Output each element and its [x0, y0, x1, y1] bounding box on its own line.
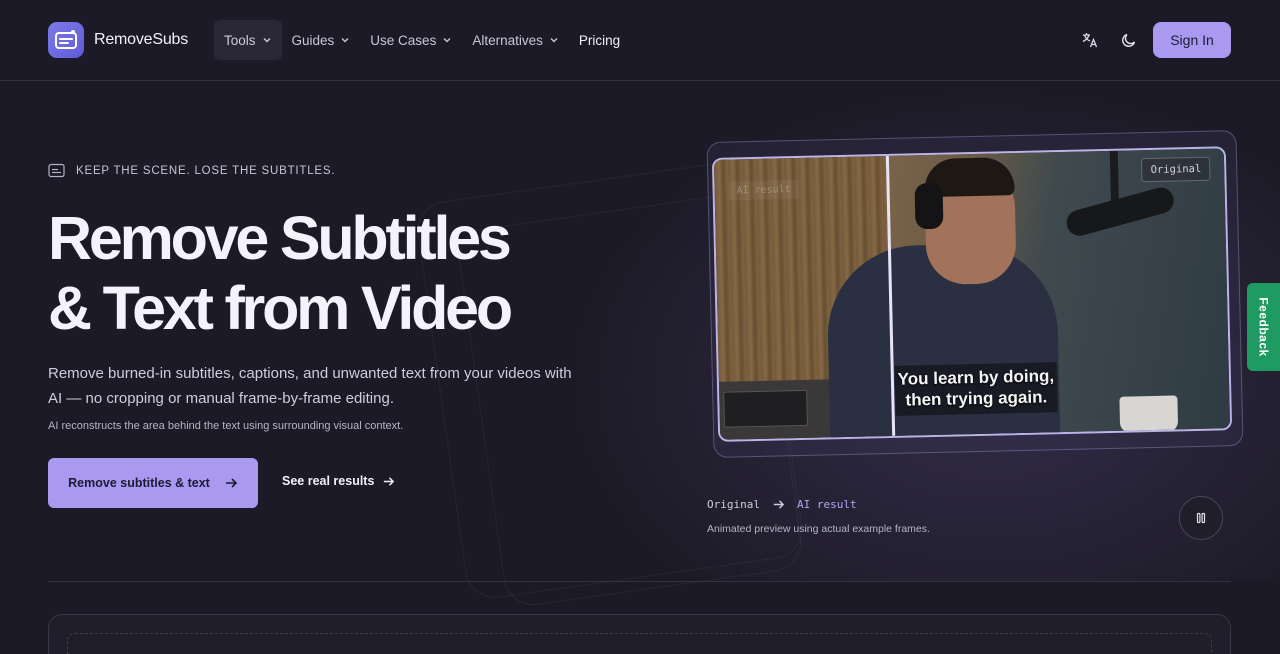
- pause-button[interactable]: [1179, 496, 1223, 540]
- section-divider: [48, 581, 1231, 582]
- translate-button[interactable]: [1078, 28, 1102, 52]
- nav-alternatives-label: Alternatives: [472, 32, 543, 48]
- eyebrow-text: KEEP THE SCENE. LOSE THE SUBTITLES.: [76, 164, 336, 177]
- nav-tools-label: Tools: [224, 32, 256, 48]
- chevron-down-icon: [263, 38, 271, 43]
- scene-audio-device: [723, 389, 808, 428]
- chevron-down-icon: [550, 38, 558, 43]
- see-results-link[interactable]: See real results: [282, 474, 395, 488]
- top-navbar: RemoveSubs Tools Guides Use Cases Altern…: [0, 0, 1280, 81]
- arrow-right-icon: [773, 500, 785, 509]
- upload-card: [48, 614, 1231, 654]
- chevron-down-icon: [341, 38, 349, 43]
- chevron-down-icon: [443, 38, 451, 43]
- cta-primary-label: Remove subtitles & text: [68, 476, 210, 490]
- main-nav: Tools Guides Use Cases Alternatives Pric…: [214, 20, 630, 60]
- nav-use-cases[interactable]: Use Cases: [360, 20, 462, 60]
- headline-line-2: & Text from Video: [48, 274, 513, 342]
- feedback-tab[interactable]: Feedback: [1247, 283, 1280, 371]
- headline-line-1: Remove Subtitles: [48, 204, 512, 272]
- scene-mug: [1119, 395, 1179, 433]
- nav-guides-label: Guides: [291, 32, 335, 48]
- nav-guides[interactable]: Guides: [282, 20, 361, 60]
- arrow-right-icon: [225, 478, 237, 488]
- legend-ai-result: AI result: [796, 498, 857, 511]
- hero-headline: Remove Subtitles & Text from Video: [48, 203, 608, 343]
- legend-original: Original: [707, 498, 760, 511]
- sign-in-button[interactable]: Sign In: [1153, 22, 1231, 58]
- translate-icon: [1082, 33, 1098, 48]
- nav-tools[interactable]: Tools: [214, 20, 282, 60]
- arrow-right-icon: [384, 476, 395, 486]
- remove-subtitles-button[interactable]: Remove subtitles & text: [48, 458, 258, 508]
- nav-use-cases-label: Use Cases: [370, 32, 437, 48]
- hero-lead: Remove burned-in subtitles, captions, an…: [48, 365, 572, 407]
- original-tag: Original: [1141, 156, 1211, 183]
- nav-alternatives[interactable]: Alternatives: [462, 20, 569, 60]
- feedback-label: Feedback: [1256, 297, 1271, 357]
- burned-subtitle: You learn by doing, then trying again.: [894, 362, 1058, 416]
- cta-secondary-label: See real results: [282, 474, 375, 488]
- preview-legend: Original AI result: [707, 498, 857, 511]
- hero-eyebrow: KEEP THE SCENE. LOSE THE SUBTITLES.: [48, 163, 335, 178]
- brand-logo[interactable]: RemoveSubs: [48, 22, 188, 58]
- pause-icon: [1196, 512, 1206, 524]
- preview-video[interactable]: You learn by doing, then trying again. A…: [711, 146, 1233, 442]
- subtitle-line-2: then trying again.: [905, 387, 1048, 410]
- theme-toggle-button[interactable]: [1117, 28, 1141, 52]
- brand-name: RemoveSubs: [94, 31, 189, 48]
- hero-sublead: AI reconstructs the area behind the text…: [48, 420, 404, 432]
- upload-dropzone[interactable]: [67, 633, 1212, 654]
- captions-icon: [48, 163, 65, 178]
- moon-icon: [1122, 33, 1136, 47]
- preview-caption: Animated preview using actual example fr…: [707, 523, 930, 535]
- preview-card: You learn by doing, then trying again. A…: [706, 130, 1244, 458]
- nav-pricing[interactable]: Pricing: [569, 20, 630, 60]
- ai-result-tag: AI result: [728, 179, 799, 201]
- nav-pricing-label: Pricing: [578, 32, 621, 48]
- subtitles-logo-icon: [48, 22, 84, 58]
- scene-headphone: [914, 182, 944, 230]
